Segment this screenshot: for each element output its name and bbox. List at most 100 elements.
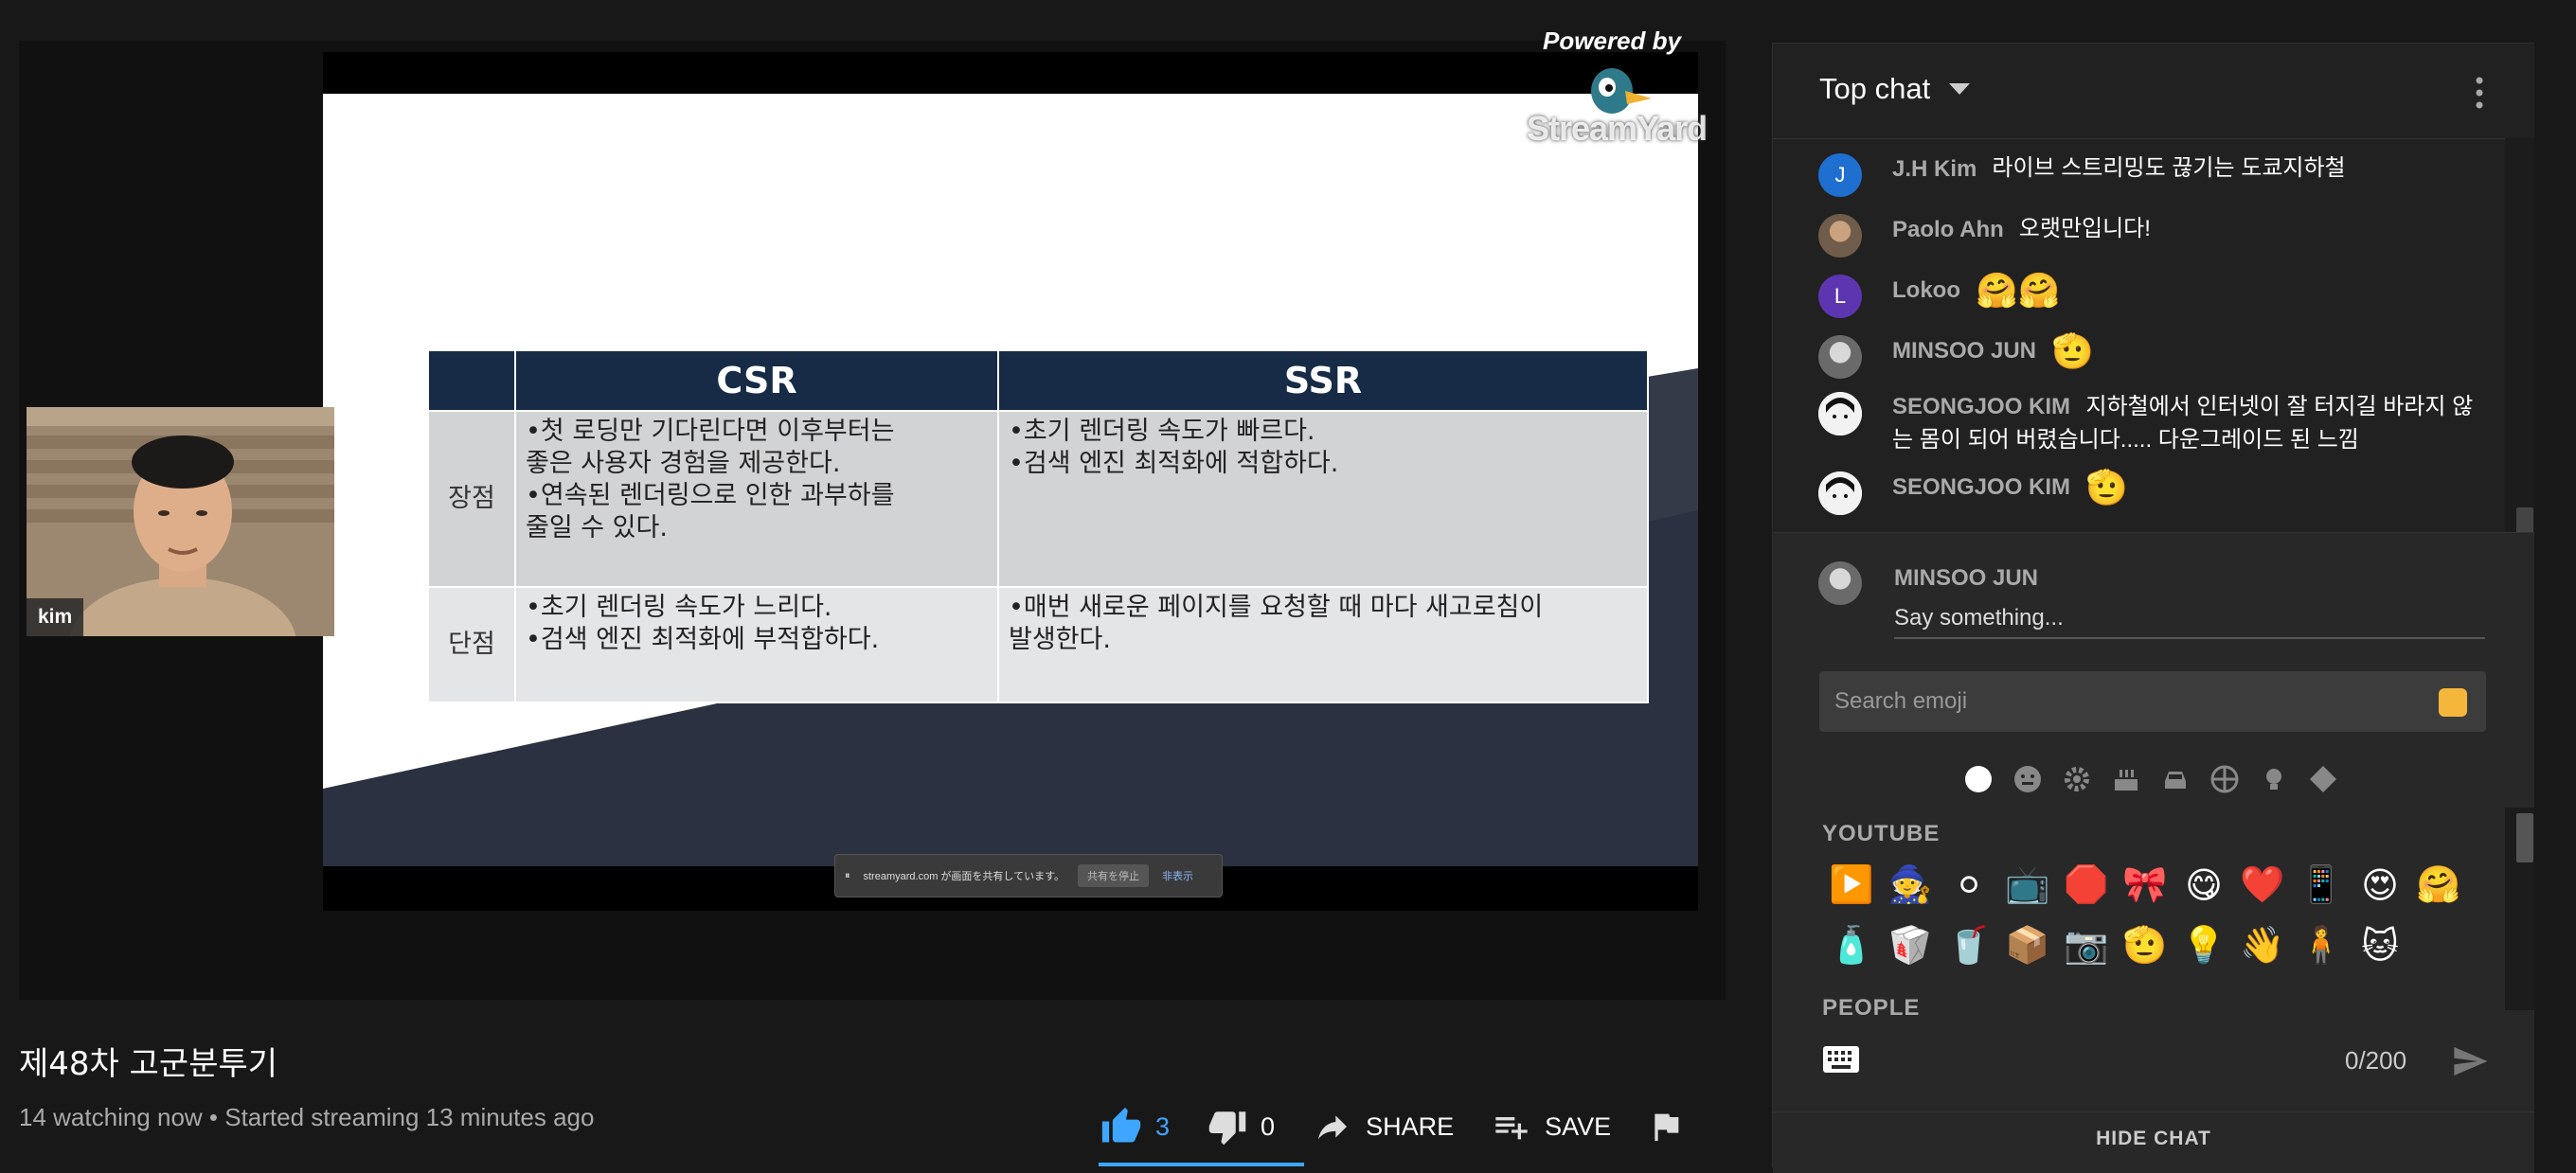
message-author[interactable]: MINSOO JUN — [1892, 335, 2036, 367]
youtube-emoji[interactable]: 🥡 — [1881, 915, 1940, 976]
youtube-emoji[interactable]: 🥤 — [1940, 915, 1998, 976]
cell-line: 줄일 수 있다. — [526, 513, 668, 542]
emoji-scrollbar[interactable] — [2505, 808, 2534, 1010]
youtube-emoji[interactable]: 🛑 — [2057, 855, 2116, 915]
chat-input[interactable]: Say something... — [1894, 605, 2485, 639]
car-icon[interactable] — [2159, 763, 2191, 795]
cell-line: •검색 엔진 최적화에 부적합하다. — [526, 625, 880, 654]
chat-mode-dropdown[interactable]: Top chat — [1819, 72, 1930, 106]
emoji-skin-tone-icon[interactable] — [2439, 688, 2467, 717]
chat-message[interactable]: MINSOO JUN 🫡 — [1818, 331, 2094, 379]
emoji-search-field[interactable]: Search emoji — [1819, 671, 2486, 732]
youtube-emoji[interactable]: 💡 — [2174, 915, 2233, 976]
youtube-emoji[interactable]: 🧴 — [1822, 915, 1881, 976]
stop-sharing-button[interactable]: 共有を停止 — [1077, 864, 1149, 887]
avatar — [1818, 561, 1862, 605]
bulb-icon[interactable] — [2258, 763, 2290, 795]
cell-ssr-cons: •매번 새로운 페이지를 요청할 때 마다 새고로침이 발생한다. — [997, 586, 1649, 703]
table-row: 장점 •첫 로딩만 기다린다면 이후부터는 좋은 사용자 경험을 제공한다. •… — [427, 410, 1649, 588]
youtube-emoji[interactable]: 📺 — [1998, 855, 2057, 915]
chat-message[interactable]: SEONGJOO KIM 🫡 — [1818, 471, 2128, 515]
chat-message[interactable]: L Lokoo 🤗🤗 — [1818, 271, 2061, 318]
message-author[interactable]: Lokoo — [1892, 275, 1960, 307]
report-button[interactable] — [1647, 1108, 1685, 1146]
avatar — [1818, 335, 1862, 379]
webcam-feed: kim — [27, 407, 334, 636]
playlist-add-icon — [1495, 1117, 1528, 1140]
share-button[interactable]: SHARE — [1311, 1108, 1454, 1146]
save-label: SAVE — [1545, 1111, 1612, 1141]
hide-notice-button[interactable]: 非表示 — [1162, 868, 1193, 883]
thumbs-up-icon — [1101, 1107, 1141, 1143]
diamond-icon[interactable] — [2307, 763, 2339, 795]
avatar — [1818, 392, 1862, 435]
flag-icon — [1655, 1113, 1679, 1141]
chat-message[interactable]: SEONGJOO KIM 지하철에서 인터넷이 잘 터지길 바라지 않는 몸이 … — [1818, 392, 2481, 458]
chat-message[interactable]: J J.H Kim 라이브 스트리밍도 끊기는 도쿄지하철 — [1818, 153, 2346, 197]
cell-csr-pros: •첫 로딩만 기다린다면 이후부터는 좋은 사용자 경험을 제공한다. •연속된… — [514, 410, 999, 588]
cell-line: •첫 로딩만 기다린다면 이후부터는 — [526, 417, 895, 446]
cell-line: •초기 렌더링 속도가 빠르다. — [1009, 417, 1315, 446]
youtube-emoji[interactable]: 😍 — [2351, 855, 2409, 915]
composer-author: MINSOO JUN — [1894, 565, 2039, 591]
avatar: L — [1818, 275, 1862, 318]
cell-line: •매번 새로운 페이지를 요청할 때 마다 새고로침이 — [1009, 593, 1544, 622]
dislike-button[interactable]: 0 — [1206, 1107, 1275, 1146]
video-meta: 14 watching now • Started streaming 13 m… — [19, 1103, 595, 1131]
youtube-emoji[interactable]: 😋 — [2174, 855, 2233, 915]
powered-by-text: Powered by — [1543, 27, 1681, 55]
save-button[interactable]: SAVE — [1490, 1108, 1611, 1146]
hide-chat-button[interactable]: HIDE CHAT — [1773, 1111, 2534, 1168]
youtube-emoji[interactable]: ⚪ — [1940, 855, 1998, 915]
comparison-table: CSR SSR 장점 •첫 로딩만 기다린다면 이후부터는 좋은 사용자 경험을… — [427, 349, 1649, 703]
character-count: 0/200 — [2345, 1046, 2407, 1075]
like-ratio-bar — [1099, 1163, 1304, 1166]
emoji-scroll-thumb[interactable] — [2516, 813, 2533, 862]
smile-icon[interactable] — [2012, 763, 2044, 795]
youtube-emoji[interactable]: 🧍 — [2292, 915, 2351, 976]
message-emojis: 🫡 — [2051, 331, 2094, 370]
youtube-emoji[interactable]: 🐱 — [2351, 915, 2409, 976]
youtube-emoji[interactable]: 📱 — [2292, 855, 2351, 915]
cell-line: 좋은 사용자 경험을 제공한다. — [526, 449, 841, 478]
like-button[interactable]: 3 — [1099, 1106, 1170, 1147]
avatar-drawing — [1818, 392, 1862, 435]
youtube-emoji[interactable]: 🧙 — [1881, 855, 1940, 915]
youtube-emoji[interactable]: 👋 — [2233, 915, 2292, 976]
keyboard-icon[interactable] — [1822, 1044, 1860, 1075]
chevron-down-icon[interactable] — [1949, 83, 1970, 97]
message-body: SEONGJOO KIM 지하철에서 인터넷이 잘 터지길 바라지 않는 몸이 … — [1892, 392, 2481, 458]
message-emojis: 🤗🤗 — [1976, 271, 2061, 310]
message-author[interactable]: Paolo Ahn — [1892, 214, 2004, 246]
basketball-icon[interactable] — [2209, 763, 2241, 795]
message-author[interactable]: SEONGJOO KIM — [1892, 471, 2070, 504]
avatar — [1818, 214, 1862, 258]
thumbs-down-icon — [1208, 1111, 1246, 1146]
streamyard-bird-icon — [1591, 68, 1652, 114]
message-author[interactable]: SEONGJOO KIM — [1892, 394, 2070, 419]
cake-icon[interactable] — [2110, 763, 2142, 795]
youtube-emoji[interactable]: ▶️ — [1822, 855, 1881, 915]
emoji-section-people: PEOPLE — [1822, 995, 1921, 1021]
avatar: J — [1818, 153, 1862, 197]
emoji-categories — [1962, 763, 2339, 795]
youtube-emoji[interactable]: 🎀 — [2116, 855, 2174, 915]
send-icon[interactable] — [2449, 1042, 2491, 1080]
share-label: SHARE — [1366, 1111, 1455, 1141]
message-author[interactable]: J.H Kim — [1892, 153, 1977, 186]
share-icon — [1318, 1115, 1348, 1140]
youtube-emoji[interactable]: ❤️ — [2233, 855, 2292, 915]
dislike-count: 0 — [1261, 1111, 1276, 1141]
circle-icon[interactable] — [1962, 763, 1995, 795]
more-options-icon[interactable] — [2474, 76, 2485, 110]
streamyard-watermark: Powered by StreamYard — [1527, 27, 1708, 159]
youtube-emoji[interactable]: 🫡 — [2116, 915, 2174, 976]
chat-scrollbar[interactable] — [2505, 138, 2534, 570]
avatar-drawing — [1818, 471, 1862, 515]
youtube-emoji[interactable]: 📷 — [2057, 915, 2116, 976]
emoji-section-youtube: YOUTUBE — [1822, 821, 1941, 846]
youtube-emoji[interactable]: 🤗 — [2409, 855, 2468, 915]
gear-icon[interactable] — [2061, 763, 2093, 795]
chat-message[interactable]: Paolo Ahn 오랫만입니다! — [1818, 214, 2151, 258]
youtube-emoji[interactable]: 📦 — [1998, 915, 2057, 976]
